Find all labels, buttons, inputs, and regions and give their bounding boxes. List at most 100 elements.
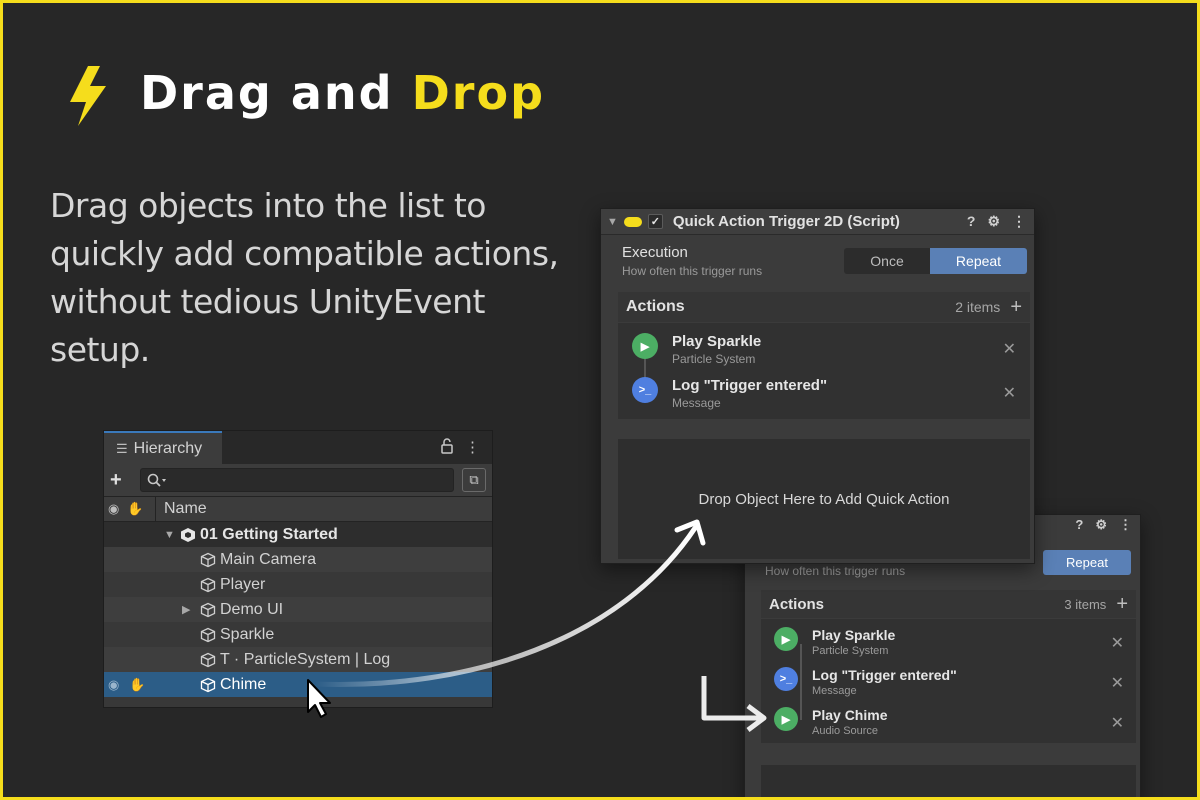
gameobject-icon (200, 552, 216, 567)
hierarchy-tabbar: ☰ Hierarchy ⋮ (104, 431, 492, 464)
title-word-accent: Drop (411, 66, 545, 120)
enabled-checkbox[interactable]: ✓ (647, 214, 663, 229)
hierarchy-toolbar: + ⧉ (104, 464, 492, 497)
inspector-main-panel: ▼ ✓ Quick Action Trigger 2D (Script) ? ⚙… (600, 208, 1035, 564)
actions-header: Actions 3 items + (761, 590, 1136, 618)
gameobject-icon (200, 677, 216, 692)
drop-zone[interactable]: Drop Object Here to Add Quick Action (618, 439, 1030, 559)
action-name: Play Chime (812, 707, 888, 723)
hierarchy-item[interactable]: T · ParticleSystem | Log (104, 647, 492, 672)
action-source: Message (672, 396, 721, 410)
hierarchy-item-label: Demo UI (220, 600, 284, 618)
lightning-bolt-icon (70, 66, 106, 126)
hierarchy-item-label: Player (220, 575, 266, 593)
execution-mode-toggle: Repeat (1043, 550, 1131, 575)
page-title: Drag and Drop (140, 66, 545, 120)
page-subtitle: Drag objects into the list to quickly ad… (50, 182, 570, 374)
actions-list: ▶ Play Sparkle Particle System ✕ >_ Log … (618, 323, 1030, 419)
name-column-label: Name (164, 500, 207, 517)
script-icon (623, 216, 642, 227)
kebab-menu-icon[interactable]: ⋮ (465, 438, 480, 456)
help-icon[interactable]: ? (967, 213, 976, 230)
execution-help-text: How often this trigger runs (622, 264, 763, 278)
hierarchy-panel: ☰ Hierarchy ⋮ + ⧉ ◉ ✋ Name ▼ 01 Getting … (103, 430, 493, 708)
play-icon: ▶ (774, 627, 798, 651)
execution-mode-toggle: Once Repeat (844, 248, 1027, 274)
hierarchy-item[interactable]: ▶ Demo UI (104, 597, 492, 622)
foldout-arrow-icon[interactable]: ▼ (607, 216, 618, 228)
actions-label: Actions (769, 595, 825, 613)
tab-tools: ⋮ (441, 438, 480, 456)
once-option[interactable]: Once (844, 248, 930, 274)
action-source: Particle System (812, 645, 889, 657)
title-word-primary: Drag and (140, 66, 394, 120)
drop-zone[interactable] (761, 765, 1136, 800)
gameobject-icon (200, 577, 216, 592)
component-title: Quick Action Trigger 2D (Script) (672, 213, 900, 230)
action-name: Log "Trigger entered" (812, 667, 957, 683)
execution-help-text: How often this trigger runs (765, 564, 906, 578)
kebab-menu-icon[interactable]: ⋮ (1012, 213, 1026, 230)
lock-icon[interactable] (441, 438, 453, 454)
subtitle-line: quickly add compatible actions, (50, 234, 559, 273)
hierarchy-item[interactable]: Sparkle (104, 622, 492, 647)
repeat-option[interactable]: Repeat (930, 248, 1027, 274)
play-icon: ▶ (632, 333, 658, 359)
hierarchy-item-label: Sparkle (220, 625, 275, 643)
subtitle-line: without tedious UnityEvent (50, 282, 485, 321)
gameobject-icon (200, 652, 216, 667)
search-icon (147, 473, 166, 487)
terminal-icon: >_ (632, 377, 658, 403)
actions-header: Actions 2 items + (618, 292, 1030, 322)
remove-action-icon[interactable]: ✕ (1111, 633, 1124, 653)
hand-icon[interactable]: ✋ (129, 677, 145, 693)
tab-hierarchy[interactable]: ☰ Hierarchy (104, 431, 222, 464)
hierarchy-item-label: Main Camera (220, 550, 317, 568)
help-icon[interactable]: ? (1075, 517, 1083, 533)
remove-action-icon[interactable]: ✕ (1003, 383, 1016, 403)
hierarchy-item[interactable]: Main Camera (104, 547, 492, 572)
inspector-tools: ? ⚙ ⋮ (1075, 517, 1132, 533)
play-icon: ▶ (774, 707, 798, 731)
action-item[interactable]: ▶ Play Sparkle Particle System ✕ (761, 627, 1136, 657)
hierarchy-scene-row[interactable]: ▼ 01 Getting Started (104, 522, 492, 547)
remove-action-icon[interactable]: ✕ (1111, 713, 1124, 733)
hierarchy-item[interactable]: Player (104, 572, 492, 597)
tab-label: Hierarchy (133, 439, 203, 457)
dropzone-text: Drop Object Here to Add Quick Action (698, 490, 950, 508)
add-action-icon[interactable]: + (1010, 296, 1022, 319)
action-name: Play Sparkle (812, 627, 896, 643)
action-source: Message (812, 685, 857, 697)
hierarchy-item-label: 01 Getting Started (200, 525, 338, 543)
add-icon[interactable]: + (110, 469, 132, 492)
action-item[interactable]: ▶ Play Sparkle Particle System ✕ (618, 333, 1030, 366)
kebab-menu-icon[interactable]: ⋮ (1119, 517, 1132, 533)
eye-icon[interactable]: ◉ (108, 501, 119, 517)
action-source: Audio Source (812, 725, 879, 737)
add-action-icon[interactable]: + (1116, 593, 1128, 616)
action-source: Particle System (672, 352, 756, 366)
hierarchy-item-selected[interactable]: ◉ ✋ Chime (104, 672, 492, 697)
remove-action-icon[interactable]: ✕ (1111, 673, 1124, 693)
settings-sliders-icon[interactable]: ⚙ (987, 213, 1000, 230)
action-item-new[interactable]: ▶ Play Chime Audio Source ✕ (761, 707, 1136, 737)
actions-count: 2 items (955, 299, 1001, 315)
actions-label: Actions (626, 298, 685, 315)
inspector-tools: ? ⚙ ⋮ (967, 213, 1026, 230)
remove-action-icon[interactable]: ✕ (1003, 339, 1016, 359)
expand-arrow-icon[interactable]: ▶ (182, 603, 200, 616)
action-name: Play Sparkle (672, 333, 762, 350)
actions-count: 3 items (1064, 596, 1107, 612)
scene-visibility-icon[interactable]: ⧉ (462, 468, 486, 492)
collapse-arrow-icon[interactable]: ▼ (164, 529, 180, 541)
action-item[interactable]: >_ Log "Trigger entered" Message ✕ (761, 667, 1136, 697)
list-icon: ☰ (116, 440, 128, 456)
visibility-columns: ◉ ✋ (104, 497, 156, 521)
hand-icon[interactable]: ✋ (127, 501, 143, 517)
eye-icon[interactable]: ◉ (108, 677, 119, 693)
unity-scene-icon (181, 527, 195, 542)
settings-sliders-icon[interactable]: ⚙ (1095, 517, 1107, 533)
search-input[interactable] (140, 468, 454, 492)
action-item[interactable]: >_ Log "Trigger entered" Message ✕ (618, 377, 1030, 410)
repeat-option[interactable]: Repeat (1043, 550, 1131, 575)
